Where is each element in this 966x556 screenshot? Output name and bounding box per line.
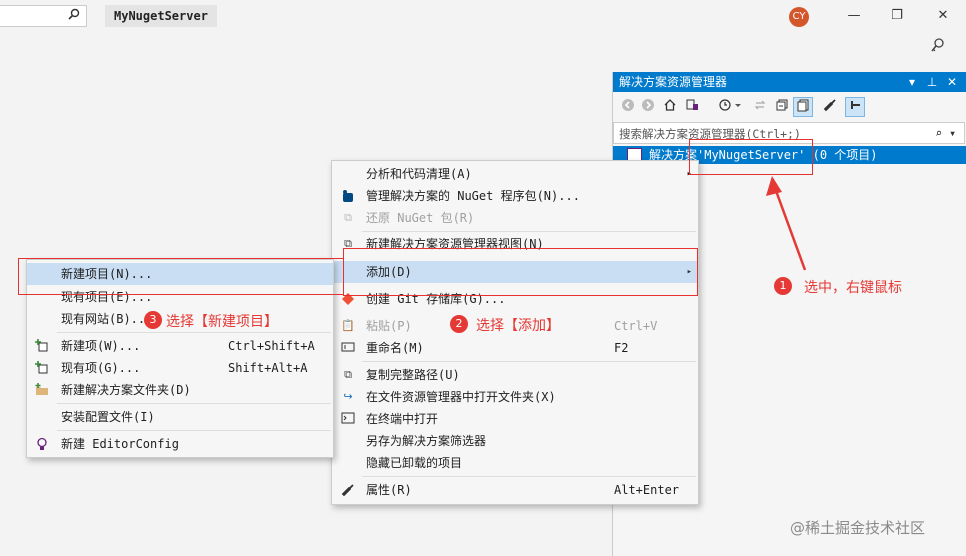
solution-explorer-titlebar: 解决方案资源管理器 ▾ ⊥ ✕ xyxy=(613,72,966,92)
avatar[interactable]: CY xyxy=(789,7,809,27)
menu-item-existing-item[interactable]: 现有项(G)... Shift+Alt+A xyxy=(27,357,333,379)
menu-item-shortcut: Ctrl+V xyxy=(614,319,658,333)
menu-item-shortcut: Ctrl+Shift+A xyxy=(228,339,315,353)
new-item-icon xyxy=(35,339,49,353)
nuget-icon xyxy=(341,189,355,203)
preview-selected-items-icon[interactable] xyxy=(845,97,865,117)
rename-icon xyxy=(341,341,355,355)
feedback-icon[interactable] xyxy=(928,36,948,56)
menu-item-label: 隐藏已卸载的项目 xyxy=(366,456,463,470)
close-panel-icon[interactable]: ✕ xyxy=(945,72,959,92)
app-name: MyNugetServer xyxy=(105,5,217,27)
menu-item-properties[interactable]: 属性(R) Alt+Enter xyxy=(332,479,698,501)
copy-icon: ⧉ xyxy=(344,368,352,381)
menu-separator xyxy=(57,332,331,333)
menu-item-label: 粘贴(P) xyxy=(366,319,412,333)
menu-item-label: 新建 EditorConfig xyxy=(61,437,179,451)
menu-item-open-terminal[interactable]: 在终端中打开 xyxy=(332,408,698,430)
menu-item-rename[interactable]: 重命名(M) F2 xyxy=(332,337,698,359)
annotation-note-1: 选中，右键鼠标 xyxy=(804,280,902,296)
annotation-badge-3: 3 xyxy=(144,311,162,329)
annotation-box-add xyxy=(343,248,698,296)
menu-item-label: 在文件资源管理器中打开文件夹(X) xyxy=(366,390,556,404)
menu-item-label: 复制完整路径(U) xyxy=(366,368,460,382)
menu-separator xyxy=(362,476,696,477)
menu-item-hide-unloaded[interactable]: 隐藏已卸载的项目 xyxy=(332,452,698,474)
menu-item-manage-nuget[interactable]: 管理解决方案的 NuGet 程序包(N)... xyxy=(332,185,698,207)
menu-item-label: 管理解决方案的 NuGet 程序包(N)... xyxy=(366,189,580,203)
minimize-button[interactable]: — xyxy=(842,4,866,28)
menu-item-install-config[interactable]: 安装配置文件(I) xyxy=(27,406,333,428)
dropdown-icon[interactable]: ▾ xyxy=(905,72,919,92)
menu-item-label: 属性(R) xyxy=(366,483,412,497)
annotation-badge-2: 2 xyxy=(450,315,468,333)
menu-item-label: 现有网站(B)... xyxy=(61,312,153,326)
menu-item-label: 另存为解决方案筛选器 xyxy=(366,434,487,448)
forward-icon[interactable] xyxy=(639,98,657,116)
existing-item-icon xyxy=(35,361,49,375)
home-icon[interactable] xyxy=(661,98,679,116)
menu-item-copy-path[interactable]: ⧉ 复制完整路径(U) xyxy=(332,364,698,386)
annotation-note-3: 选择【新建项目】 xyxy=(166,314,278,330)
menu-item-label: 新建项(W)... xyxy=(61,339,141,353)
back-icon[interactable] xyxy=(619,98,637,116)
menu-item-label: 在终端中打开 xyxy=(366,412,439,426)
switch-views-icon[interactable] xyxy=(683,98,701,116)
wrench-icon xyxy=(341,483,355,497)
annotation-note-2: 选择【添加】 xyxy=(476,318,560,334)
folder-icon xyxy=(35,383,49,397)
menu-item-shortcut: Shift+Alt+A xyxy=(228,361,308,375)
panel-title: 解决方案资源管理器 xyxy=(619,75,728,89)
menu-separator xyxy=(57,430,331,431)
menu-item-analyze[interactable]: 分析和代码清理(A) ▸ xyxy=(332,163,698,185)
annotation-arrow xyxy=(766,176,807,271)
solution-explorer-toolbar xyxy=(613,94,966,120)
terminal-icon xyxy=(341,412,355,426)
collapse-all-icon[interactable] xyxy=(773,98,791,116)
menu-separator xyxy=(362,361,696,362)
show-all-files-icon[interactable] xyxy=(793,97,813,117)
menu-item-save-filter[interactable]: 另存为解决方案筛选器 xyxy=(332,430,698,452)
menu-item-label: 现有项(G)... xyxy=(61,361,141,375)
sync-icon[interactable] xyxy=(751,98,769,116)
lightbulb-icon xyxy=(35,437,49,451)
menu-separator xyxy=(57,403,331,404)
menu-item-shortcut: Alt+Enter xyxy=(614,483,680,497)
menu-item-label: 新建解决方案文件夹(D) xyxy=(61,383,191,397)
menu-item-open-folder[interactable]: ↪ 在文件资源管理器中打开文件夹(X) xyxy=(332,386,698,408)
menu-item-label: 分析和代码清理(A) xyxy=(366,167,472,181)
annotation-box-new-project xyxy=(18,258,344,295)
menu-item-label: 重命名(M) xyxy=(366,341,424,355)
open-folder-icon: ↪ xyxy=(343,390,353,403)
close-button[interactable]: ✕ xyxy=(931,4,955,28)
menu-item-new-solution-folder[interactable]: 新建解决方案文件夹(D) xyxy=(27,379,333,401)
annotation-badge-1: 1 xyxy=(774,277,792,295)
search-icon[interactable] xyxy=(68,8,80,23)
properties-wrench-icon[interactable] xyxy=(821,98,839,116)
search-icon[interactable]: ⌕ ▾ xyxy=(935,126,956,140)
menu-item-new-editorconfig[interactable]: 新建 EditorConfig xyxy=(27,433,333,455)
pending-changes-filter-icon[interactable] xyxy=(717,98,747,116)
maximize-button[interactable]: ❐ xyxy=(885,4,909,28)
paste-icon: 📋 xyxy=(341,319,355,332)
watermark: @稀土掘金技术社区 xyxy=(790,519,926,537)
restore-icon: ⧉ xyxy=(344,211,352,224)
search-box[interactable] xyxy=(0,5,87,27)
menu-item-shortcut: F2 xyxy=(614,341,629,355)
menu-separator xyxy=(362,231,696,232)
pin-icon[interactable]: ⊥ xyxy=(925,72,939,92)
menu-item-label: 还原 NuGet 包(R) xyxy=(366,211,475,225)
menu-item-label: 安装配置文件(I) xyxy=(61,410,155,424)
menu-item-restore-nuget[interactable]: ⧉ 还原 NuGet 包(R) xyxy=(332,207,698,229)
menu-item-new-item[interactable]: 新建项(W)... Ctrl+Shift+A xyxy=(27,335,333,357)
